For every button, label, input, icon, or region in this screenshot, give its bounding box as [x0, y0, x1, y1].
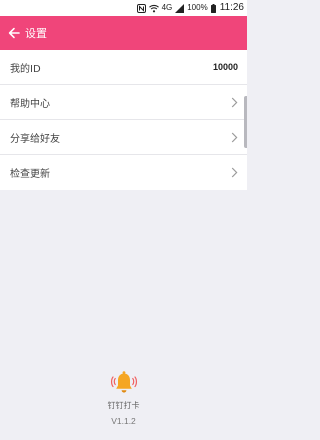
bell-icon: [109, 368, 139, 398]
settings-row-help-center[interactable]: 帮助中心: [0, 85, 247, 120]
battery-percent: 100%: [187, 3, 208, 12]
wifi-icon: [148, 4, 159, 13]
chevron-right-icon: [231, 132, 238, 143]
my-id-value: 10000: [212, 62, 238, 72]
share-label: 分享给好友: [10, 133, 60, 145]
signal-icon: [175, 3, 185, 13]
app-name: 钉钉打卡: [107, 401, 140, 410]
settings-row-check-update[interactable]: 检查更新: [0, 155, 247, 190]
app-info-footer: 钉钉打卡 V1.1.2: [0, 368, 247, 426]
nfc-icon: [136, 3, 146, 13]
network-type: 4G: [161, 3, 173, 12]
help-center-label: 帮助中心: [10, 98, 50, 110]
status-bar: 4G 100% 11:26: [0, 0, 247, 16]
back-button[interactable]: [4, 16, 24, 50]
app-version: V1.1.2: [111, 416, 136, 426]
chevron-right-icon: [231, 167, 238, 178]
chevron-right-icon: [231, 97, 238, 108]
page-title: 设置: [25, 27, 47, 40]
arrow-left-icon: [8, 24, 20, 43]
battery-icon: [210, 3, 216, 13]
check-update-label: 检查更新: [10, 169, 50, 180]
clock: 11:26: [219, 2, 244, 13]
my-id-label: 我的ID: [10, 63, 41, 75]
edge-panel-handle[interactable]: [244, 96, 247, 148]
settings-list: 我的ID 10000 帮助中心 分享给好友 检查更新: [0, 50, 247, 190]
settings-row-my-id: 我的ID 10000: [0, 50, 247, 85]
status-indicators: 4G 100% 11:26: [136, 2, 244, 14]
app-bar: 设置: [0, 16, 247, 50]
settings-row-share[interactable]: 分享给好友: [0, 120, 247, 155]
